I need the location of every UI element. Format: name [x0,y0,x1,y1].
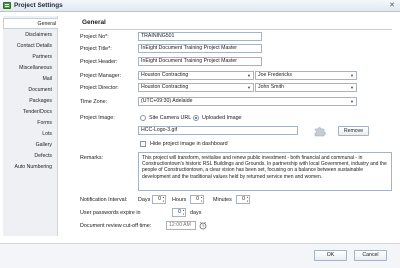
sidebar-item-partners[interactable]: Partners [2,52,54,63]
site-camera-url-label: Site Camera URL [149,115,192,121]
chevron-down-icon: ▼ [350,85,354,90]
sidebar-item-auto-numbering[interactable]: Auto Numbering [2,162,54,173]
chevron-down-icon: ▼ [350,99,354,104]
sidebar-item-disclaimers[interactable]: Disclaimers [2,30,54,41]
stepper-arrows-icon[interactable]: ▲ ▼ [200,196,203,203]
sidebar-item-general[interactable]: General [3,18,58,29]
clock-icon[interactable] [199,221,207,230]
sidebar-item-forms[interactable]: Forms [2,118,54,129]
password-expiry-label: User passwords expire in [80,210,141,216]
days-value: 0 [158,196,161,202]
close-icon[interactable]: ✕ [389,1,395,9]
password-expiry-unit: days [190,210,202,216]
password-expiry-value: 0 [178,209,181,215]
remarks-textarea[interactable]: This project will transform, revitalise … [138,152,392,191]
sidebar-item-gallery[interactable]: Gallery [2,140,54,151]
project-no-label: Project No*: [80,34,109,40]
minutes-value: 0 [242,196,245,202]
section-title: General [82,19,106,26]
sidebar-item-tender-docs[interactable]: Tender/Docs [2,107,54,118]
project-title-input[interactable]: InEight Document Training Project Master [138,44,262,53]
ok-button[interactable]: OK [314,250,347,261]
days-unit-label: Days [138,197,151,203]
time-zone-select[interactable]: (UTC+09:30) Adelaide ▼ [138,97,357,106]
project-manager-company-value: Houston Contracting [141,72,189,78]
chevron-down-icon: ▼ [350,73,354,78]
notification-interval-label: Notification Interval: [80,197,128,203]
sidebar-item-packages[interactable]: Packages [2,96,54,107]
stepper-arrows-icon[interactable]: ▲ ▼ [246,196,249,203]
days-stepper[interactable]: 0 ▲ ▼ [152,195,166,204]
hide-image-label: Hide project image in dashboard [150,141,228,147]
sidebar-item-document[interactable]: Document [2,85,54,96]
minutes-stepper[interactable]: 0 ▲ ▼ [236,195,250,204]
sidebar-item-contact-details[interactable]: Contact Details [2,41,54,52]
project-title-label: Project Title*: [80,46,112,52]
project-image-label: Project Image: [80,115,115,121]
project-manager-person-select[interactable]: Joe Fredericks ▼ [255,71,357,80]
uploaded-image-label: Uploaded Image [202,115,242,121]
settings-sidebar: General Disclaimers Contact Details Part… [3,16,58,236]
cancel-button[interactable]: Cancel [354,250,387,261]
time-zone-value: (UTC+09:30) Adelaide [141,98,193,104]
project-header-label: Project Header: [80,59,118,65]
project-settings-icon [3,2,11,9]
window-title: Project Settings [14,2,63,9]
remove-image-button[interactable]: Remove [338,126,369,136]
project-no-input[interactable]: TRAINING501 [138,32,262,41]
project-director-company-select[interactable]: Houston Contracting ▼ [138,83,254,92]
sidebar-item-miscellaneous[interactable]: Miscellaneous [2,63,54,74]
section-divider [80,29,392,30]
general-settings-panel: General Project No*: TRAINING501 Project… [62,16,396,239]
password-expiry-stepper[interactable]: 0 ▲ ▼ [172,208,186,217]
dialog-footer: OK Cancel [0,243,400,268]
review-cutoff-label: Document review cut-off time: [80,223,152,229]
project-director-person-select[interactable]: John Smith ▼ [255,83,357,92]
project-director-label: Project Director: [80,85,119,91]
review-cutoff-time-input[interactable]: 12:00 AM [166,221,196,230]
project-director-company-value: Houston Contracting [141,84,189,90]
stepper-arrows-icon[interactable]: ▲ ▼ [162,196,165,203]
sidebar-item-lots[interactable]: Lots [2,129,54,140]
stepper-arrows-icon[interactable]: ▲ ▼ [182,209,185,216]
remarks-label: Remarks: [80,155,104,161]
chevron-down-icon: ▼ [247,85,251,90]
uploaded-image-radio[interactable] [193,115,199,121]
project-manager-label: Project Manager: [80,73,122,79]
window-titlebar: Project Settings ✕ [0,0,400,12]
project-header-input[interactable]: InEight Document Training Project Master [138,57,262,66]
sidebar-item-defects[interactable]: Defects [2,151,54,162]
hours-stepper[interactable]: 0 ▲ ▼ [190,195,204,204]
chevron-down-icon: ▼ [247,73,251,78]
hours-value: 0 [196,196,199,202]
project-manager-person-value: Joe Fredericks [258,72,293,78]
project-manager-company-select[interactable]: Houston Contracting ▼ [138,71,254,80]
project-director-person-value: John Smith [258,84,284,90]
minutes-unit-label: Minutes [213,197,232,203]
site-camera-url-radio[interactable] [140,115,146,121]
image-file-name: HCC-Logo-3.gif [138,126,298,135]
hide-image-checkbox[interactable] [140,141,146,147]
time-zone-label: Time Zone: [80,99,108,105]
puzzle-piece-icon [314,127,326,137]
sidebar-item-mail[interactable]: Mail [2,74,54,85]
hours-unit-label: Hours [172,197,187,203]
